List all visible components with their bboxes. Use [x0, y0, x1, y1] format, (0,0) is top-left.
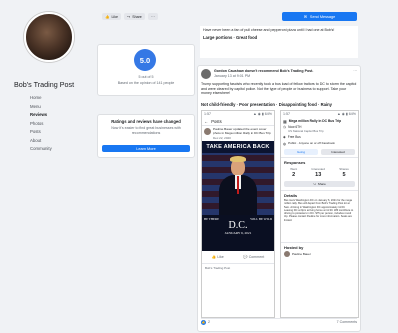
rating-card: 5.0 5 out of 5 Based on the opinion of 1… — [97, 44, 195, 96]
sidebar-item-home[interactable]: Home — [30, 94, 90, 103]
reaction-summary[interactable]: 👍 2 — [201, 320, 210, 325]
event-price: Free Bus — [287, 134, 301, 139]
more-button[interactable]: ··· — [148, 13, 158, 20]
comment-action[interactable]: 💬 Comment — [243, 255, 264, 260]
review-date: January 13 at 9:01 PM — [214, 73, 251, 78]
event-share-button[interactable]: ↪ Share — [284, 180, 355, 187]
posts-header: Posts — [211, 118, 222, 124]
share-icon: ↪ — [313, 181, 316, 186]
review-tags: Not child-friendly · Poor presentation ·… — [201, 102, 332, 107]
sidebar-nav: Home Menu Reviews Photos Posts About Com… — [30, 94, 90, 154]
comment-icon: 💬 — [243, 255, 248, 259]
messenger-icon: ✉ — [303, 15, 307, 19]
details-text: Bus tours Washington DC on January 6, 20… — [284, 198, 354, 222]
reaction-count: 2 — [208, 320, 210, 325]
rating-based-on: Based on the opinion of 141 people — [117, 81, 175, 85]
event-cover-photo[interactable]: TAKE AMERICA BACK BE THERE WILL BE WILD … — [202, 141, 274, 251]
status-time: 1:57 — [283, 112, 290, 116]
calendar-icon: ▦ — [283, 118, 287, 124]
send-message-button[interactable]: ✉ Send Message — [282, 12, 357, 21]
response-shares[interactable]: Shares 5 — [339, 167, 349, 178]
learn-more-button[interactable]: Learn More — [102, 145, 190, 152]
photo-dc: D.C. — [228, 220, 248, 231]
rating-score: 5.0 — [139, 55, 151, 65]
globe-icon: ◍ — [283, 141, 287, 146]
status-icons: ▲ ◉ ▮ 64% — [253, 112, 272, 116]
host-name[interactable]: Pauline Bauer — [292, 252, 311, 257]
top-review-text: Have never been a fan of pull cheese and… — [203, 28, 335, 32]
poster-line: Pauline Bauer updated the event cover ph… — [213, 126, 271, 135]
sidebar-item-about[interactable]: About — [30, 137, 90, 146]
photo-date: JANUARY 6, 2021 — [224, 231, 252, 235]
reviews-changed-card: Ratings and reviews have changed Now it'… — [97, 114, 195, 158]
event-title: Mega million Rally in DC Bus Trip — [288, 118, 342, 123]
status-time: 1:57 — [204, 112, 211, 116]
sidebar-item-photos[interactable]: Photos — [30, 120, 90, 129]
like-action[interactable]: 👍 Like — [212, 255, 224, 260]
clock-icon: ◷ — [283, 124, 287, 129]
figure-hair — [230, 156, 246, 162]
like-button[interactable]: 👍 Like — [102, 13, 121, 20]
response-went[interactable]: Went 2 — [290, 167, 297, 178]
reviews-changed-body: Now it's easier to find great businesses… — [111, 126, 181, 135]
thumbs-up-icon: 👍 — [211, 255, 217, 259]
thumbs-up-icon: 👍 — [104, 14, 110, 19]
interested-button[interactable]: Interested — [321, 148, 355, 155]
phone-left-footer: Bob's Trading Post — [205, 266, 231, 270]
sidebar-item-reviews[interactable]: Reviews — [30, 111, 90, 120]
sidebar-item-menu[interactable]: Menu — [30, 103, 90, 112]
ticket-icon: ◈ — [283, 135, 286, 140]
host-avatar[interactable] — [284, 251, 290, 258]
review-text: Trump supporting fascists who recently t… — [201, 82, 357, 96]
share-icon: ↪ — [127, 14, 131, 19]
reviews-changed-title: Ratings and reviews have changed — [111, 119, 181, 124]
poster-avatar[interactable] — [204, 127, 211, 135]
reviewer-avatar[interactable] — [201, 69, 211, 79]
figure-tie — [237, 176, 239, 194]
share-button[interactable]: ↪ Share — [124, 13, 145, 20]
photo-headline: TAKE AMERICA BACK — [206, 144, 270, 150]
like-reaction-icon: 👍 — [201, 320, 206, 325]
top-review-tags: Large portions · Great food — [203, 34, 258, 40]
rating-score-circle: 5.0 — [134, 49, 156, 71]
profile-picture[interactable] — [24, 12, 74, 62]
review-card: Gordon Caushaw doesn't recommend Bob's T… — [197, 65, 361, 332]
review-options-icon[interactable]: ··· — [353, 69, 357, 74]
screenshot-event: 1:57 ▲ ◉ ▮ 64% ▦ Mega million Rally in D… — [280, 110, 359, 318]
sidebar-item-posts[interactable]: Posts — [30, 128, 90, 137]
rating-caption: 5 out of 5 — [138, 75, 154, 79]
photo-caption-left: BE THERE — [204, 217, 220, 221]
going-button[interactable]: Going — [284, 148, 318, 155]
screenshot-posts: 1:57 ▲ ◉ ▮ 64% ← Posts Pauline Bauer upd… — [201, 110, 275, 318]
back-arrow-icon[interactable]: ← — [204, 119, 208, 124]
response-interested[interactable]: Interested 13 — [312, 167, 325, 178]
photo-caption-right: WILL BE WILD — [250, 217, 272, 221]
photo-caption-bar: BE THERE WILL BE WILD D.C. JANUARY 6, 20… — [202, 215, 274, 251]
hosted-by-title: Hosted by — [284, 244, 304, 250]
event-privacy: Public · Anyone on or off Facebook — [288, 141, 335, 146]
status-icons: ▲ ◉ ▮ 64% — [337, 112, 356, 116]
event-date-sub: US National Capitol Bus Trip — [288, 129, 324, 134]
details-title: Details — [284, 192, 298, 198]
comments-count[interactable]: 7 Comments — [337, 320, 357, 325]
top-review-snippet: Have never been a fan of pull cheese and… — [200, 26, 358, 58]
responses-title: Responses — [284, 159, 306, 165]
sidebar-item-community[interactable]: Community — [30, 145, 90, 154]
page-name[interactable]: Bob's Trading Post — [14, 80, 74, 89]
poster-date: Dec 22, 2020 — [213, 135, 231, 140]
